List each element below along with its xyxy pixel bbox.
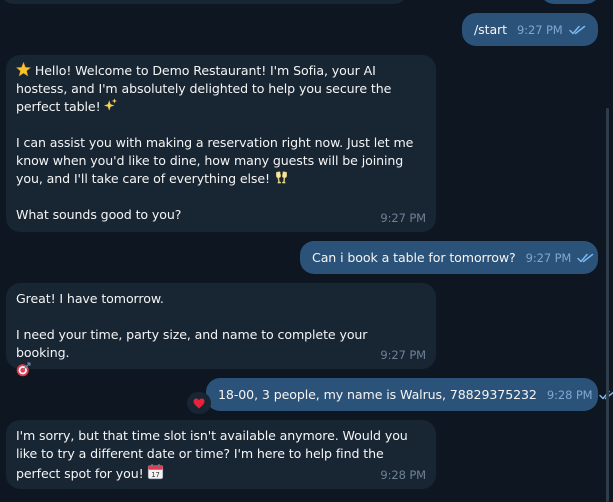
- message-time: 9:27 PM: [380, 348, 426, 362]
- message-outgoing[interactable]: Can i book a table for tomorrow? 9:27 PM: [300, 241, 598, 274]
- message-meta: 9:27 PM: [380, 209, 426, 227]
- read-checkmarks-icon: [568, 25, 585, 34]
- message-paragraph: I'm sorry, but that time slot isn't avai…: [16, 428, 408, 481]
- chat-history: /start 9:27 PM Hello! Welcome to Demo Re…: [0, 0, 613, 502]
- message-meta: 9:28 PM: [380, 466, 426, 484]
- message-meta: 9:27 PM: [517, 21, 586, 39]
- heart-reaction[interactable]: [187, 392, 211, 414]
- message-text: 18-00, 3 people, my name is Walrus, 7882…: [218, 386, 537, 402]
- message-meta: 9:27 PM: [526, 249, 595, 267]
- message-text: /start: [474, 21, 507, 37]
- scrollbar[interactable]: [606, 108, 609, 502]
- message-time: 9:27 PM: [525, 250, 572, 265]
- message-paragraph: Hello! Welcome to Demo Restaurant! I'm S…: [16, 63, 392, 114]
- clinking-glasses-icon: [275, 171, 287, 184]
- message-paragraph: I can assist you with making a reservati…: [16, 135, 414, 186]
- message-time: 9:27 PM: [380, 211, 426, 225]
- message-meta: 9:27 PM: [380, 346, 426, 364]
- direct-hit-icon: [16, 362, 31, 377]
- calendar-icon: 17: [148, 463, 164, 480]
- message-time: 9:28 PM: [546, 387, 593, 402]
- message-outgoing[interactable]: /start 9:27 PM: [462, 13, 598, 46]
- svg-text:17: 17: [152, 471, 160, 479]
- message-time: 9:27 PM: [516, 22, 563, 37]
- heart-icon: [193, 398, 205, 408]
- message-time: 9:28 PM: [380, 468, 426, 482]
- glowing-star-icon: [16, 62, 31, 77]
- message-incoming[interactable]: Great! I have tomorrow. I need your time…: [6, 283, 436, 377]
- message-paragraph: I need your time, party size, and name t…: [16, 327, 368, 360]
- message-text: Can i book a table for tomorrow?: [312, 249, 516, 265]
- message-outgoing[interactable]: 18-00, 3 people, my name is Walrus, 7882…: [206, 378, 613, 411]
- sparkles-icon: [104, 98, 118, 111]
- message-incoming[interactable]: Hello! Welcome to Demo Restaurant! I'm S…: [6, 55, 436, 232]
- message-meta: 9:28 PM: [547, 386, 613, 404]
- message-paragraph: What sounds good to you?: [16, 207, 182, 222]
- previous-outgoing-bubble[interactable]: [540, 0, 600, 4]
- message-incoming[interactable]: I'm sorry, but that time slot isn't avai…: [6, 420, 436, 489]
- previous-incoming-bubble[interactable]: [0, 0, 408, 4]
- read-checkmarks-icon: [577, 253, 594, 262]
- message-paragraph: Great! I have tomorrow.: [16, 291, 164, 306]
